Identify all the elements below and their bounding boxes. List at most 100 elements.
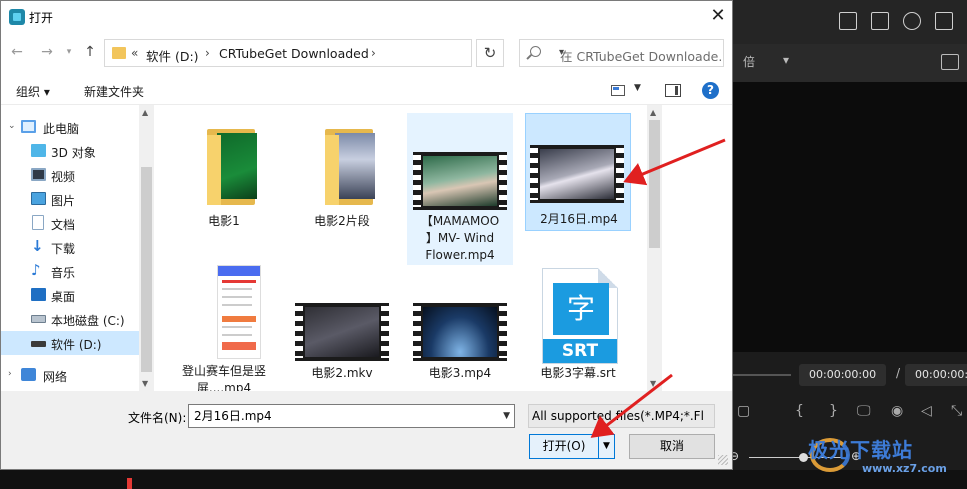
watermark-url: www.xz7.com: [862, 462, 947, 475]
progress-track[interactable]: [733, 374, 791, 376]
list-item[interactable]: 【MAMAMOO 】MV- Wind Flower.mp4: [407, 113, 513, 265]
file-name: 2月16日.mp4: [540, 212, 618, 226]
chevron-down-icon[interactable]: ▼: [634, 83, 641, 93]
open-button[interactable]: 打开(O) ▼: [529, 434, 615, 459]
nav-item-drive-d[interactable]: 软件 (D:): [1, 331, 139, 355]
new-folder-button[interactable]: 新建文件夹: [84, 83, 144, 100]
brace-left-icon[interactable]: {: [795, 403, 804, 419]
recent-dropdown-icon[interactable]: ▾: [61, 44, 77, 60]
app-icon: [9, 9, 25, 25]
chevron-right-icon[interactable]: ›: [8, 369, 12, 379]
list-item[interactable]: 电影1: [171, 115, 277, 233]
list-item[interactable]: 电影3.mp4: [407, 265, 513, 391]
video-thumbnail-icon: [295, 303, 389, 361]
video-thumbnail-icon: [413, 303, 507, 361]
filetype-select[interactable]: All supported files(*.MP4;*.Fl: [528, 404, 715, 428]
network-icon: [21, 368, 36, 381]
scroll-up-icon[interactable]: ▲: [142, 108, 148, 117]
breadcrumb-separator[interactable]: ›: [205, 46, 210, 60]
breadcrumb-overflow[interactable]: «: [131, 46, 138, 60]
nav-item-this-pc[interactable]: ⌄ 此电脑: [1, 115, 139, 139]
picture-icon: [31, 192, 46, 205]
fullscreen-icon[interactable]: ⤡: [951, 403, 962, 419]
file-name: 电影3字幕.srt: [540, 366, 616, 380]
cloud-upload-icon[interactable]: [903, 12, 921, 30]
search-placeholder: 在 CRTubeGet Downloade...: [560, 49, 722, 64]
nav-item-downloads[interactable]: ↓ 下载: [1, 235, 139, 259]
chevron-down-icon[interactable]: ▼: [503, 405, 510, 427]
breadcrumb-drive[interactable]: 软件 (D:): [146, 46, 199, 65]
nav-item-videos[interactable]: 视频: [1, 163, 139, 187]
playback-controls: ▢ { } 🖵 ◉ ◁ ⤡: [733, 395, 967, 425]
up-arrow-icon[interactable]: ↑: [82, 44, 98, 60]
address-bar[interactable]: « 软件 (D:) › CRTubeGet Downloaded › ▾: [104, 39, 564, 67]
total-timecode: 00:00:00:00: [905, 364, 967, 386]
nav-item-pictures[interactable]: 图片: [1, 187, 139, 211]
monitor-icon[interactable]: 🖵: [857, 403, 871, 419]
nav-item-label: 图片: [51, 194, 76, 208]
resize-grip[interactable]: [718, 455, 728, 465]
ratio-dropdown[interactable]: 倍 ▾: [743, 53, 811, 73]
waveform-icon[interactable]: [941, 54, 959, 70]
filename-value: 2月16日.mp4: [194, 409, 272, 423]
nav-item-label: 桌面: [51, 290, 76, 304]
camera-icon[interactable]: ◉: [891, 403, 903, 419]
current-timecode: 00:00:00:00: [799, 364, 887, 386]
subtitle-icon-label: SRT: [543, 339, 617, 363]
drive-icon: [31, 315, 46, 323]
nav-item-label: 音乐: [51, 266, 76, 280]
cube-icon: [31, 144, 46, 157]
layout-icon[interactable]: [839, 12, 857, 30]
watermark-text: 极光下载站: [808, 438, 913, 462]
address-row: ← → ▾ ↑ « 软件 (D:) › CRTubeGet Downloaded…: [1, 34, 732, 72]
save-icon[interactable]: [871, 12, 889, 30]
desktop-icon: [31, 288, 46, 301]
scrollbar-thumb[interactable]: [649, 120, 660, 248]
scrollbar-thumb[interactable]: [141, 167, 152, 372]
video-thumbnail-icon: [530, 145, 624, 203]
navigation-pane: ⌄ 此电脑 3D 对象 视频 图片 文档 ↓ 下载 ♪ 音乐 桌面 本地磁盘 (…: [1, 105, 154, 391]
open-button-label: 打开(O): [542, 439, 586, 453]
open-dropdown-icon[interactable]: ▼: [598, 435, 614, 458]
breadcrumb-folder[interactable]: CRTubeGet Downloaded: [219, 46, 369, 61]
list-item[interactable]: 电影2片段: [289, 115, 395, 233]
volume-icon[interactable]: ◁: [921, 403, 932, 419]
scroll-down-icon[interactable]: ▼: [142, 379, 148, 388]
playhead-marker[interactable]: [127, 478, 132, 489]
list-item[interactable]: 电影2.mkv: [289, 265, 395, 391]
nav-item-music[interactable]: ♪ 音乐: [1, 259, 139, 283]
back-arrow-icon[interactable]: ←: [9, 44, 25, 60]
list-item[interactable]: 登山赛车但是竖 屏....mp4: [171, 265, 277, 391]
brace-right-icon[interactable]: }: [829, 403, 838, 419]
cancel-button[interactable]: 取消: [629, 434, 715, 459]
scroll-up-icon[interactable]: ▲: [650, 108, 656, 117]
organize-button[interactable]: 组织 ▾: [16, 83, 50, 100]
scroll-down-icon[interactable]: ▼: [650, 379, 656, 388]
filetype-value: All supported files(*.MP4;*.Fl: [532, 409, 704, 423]
settings-sliders-icon[interactable]: [935, 12, 953, 30]
nav-item-documents[interactable]: 文档: [1, 211, 139, 235]
preview-pane-icon[interactable]: [665, 84, 681, 97]
breadcrumb-separator[interactable]: ›: [371, 46, 376, 60]
search-input[interactable]: 在 CRTubeGet Downloade...: [519, 39, 724, 67]
view-mode-icon[interactable]: [611, 85, 625, 96]
file-name: 电影2.mkv: [311, 366, 373, 380]
list-item-selected[interactable]: 2月16日.mp4: [525, 113, 631, 231]
zoom-handle[interactable]: [799, 453, 808, 462]
square-icon[interactable]: ▢: [737, 403, 750, 419]
nav-item-network[interactable]: › 网络: [1, 363, 139, 387]
file-list-scrollbar[interactable]: ▲ ▼: [647, 105, 662, 391]
forward-arrow-icon[interactable]: →: [39, 44, 55, 60]
folder-icon: [207, 129, 267, 205]
file-name-line: 登山赛车但是竖: [181, 364, 266, 378]
close-button[interactable]: ✕: [707, 6, 729, 28]
filename-input[interactable]: 2月16日.mp4 ▼: [188, 404, 515, 428]
nav-item-drive-c[interactable]: 本地磁盘 (C:): [1, 307, 139, 331]
help-icon[interactable]: ?: [702, 82, 719, 99]
nav-item-3d-objects[interactable]: 3D 对象: [1, 139, 139, 163]
chevron-down-icon[interactable]: ⌄: [8, 121, 16, 131]
nav-scrollbar[interactable]: ▲ ▼: [139, 105, 154, 391]
nav-item-label: 软件 (D:): [51, 338, 102, 352]
refresh-button[interactable]: ↻: [476, 39, 504, 67]
nav-item-desktop[interactable]: 桌面: [1, 283, 139, 307]
